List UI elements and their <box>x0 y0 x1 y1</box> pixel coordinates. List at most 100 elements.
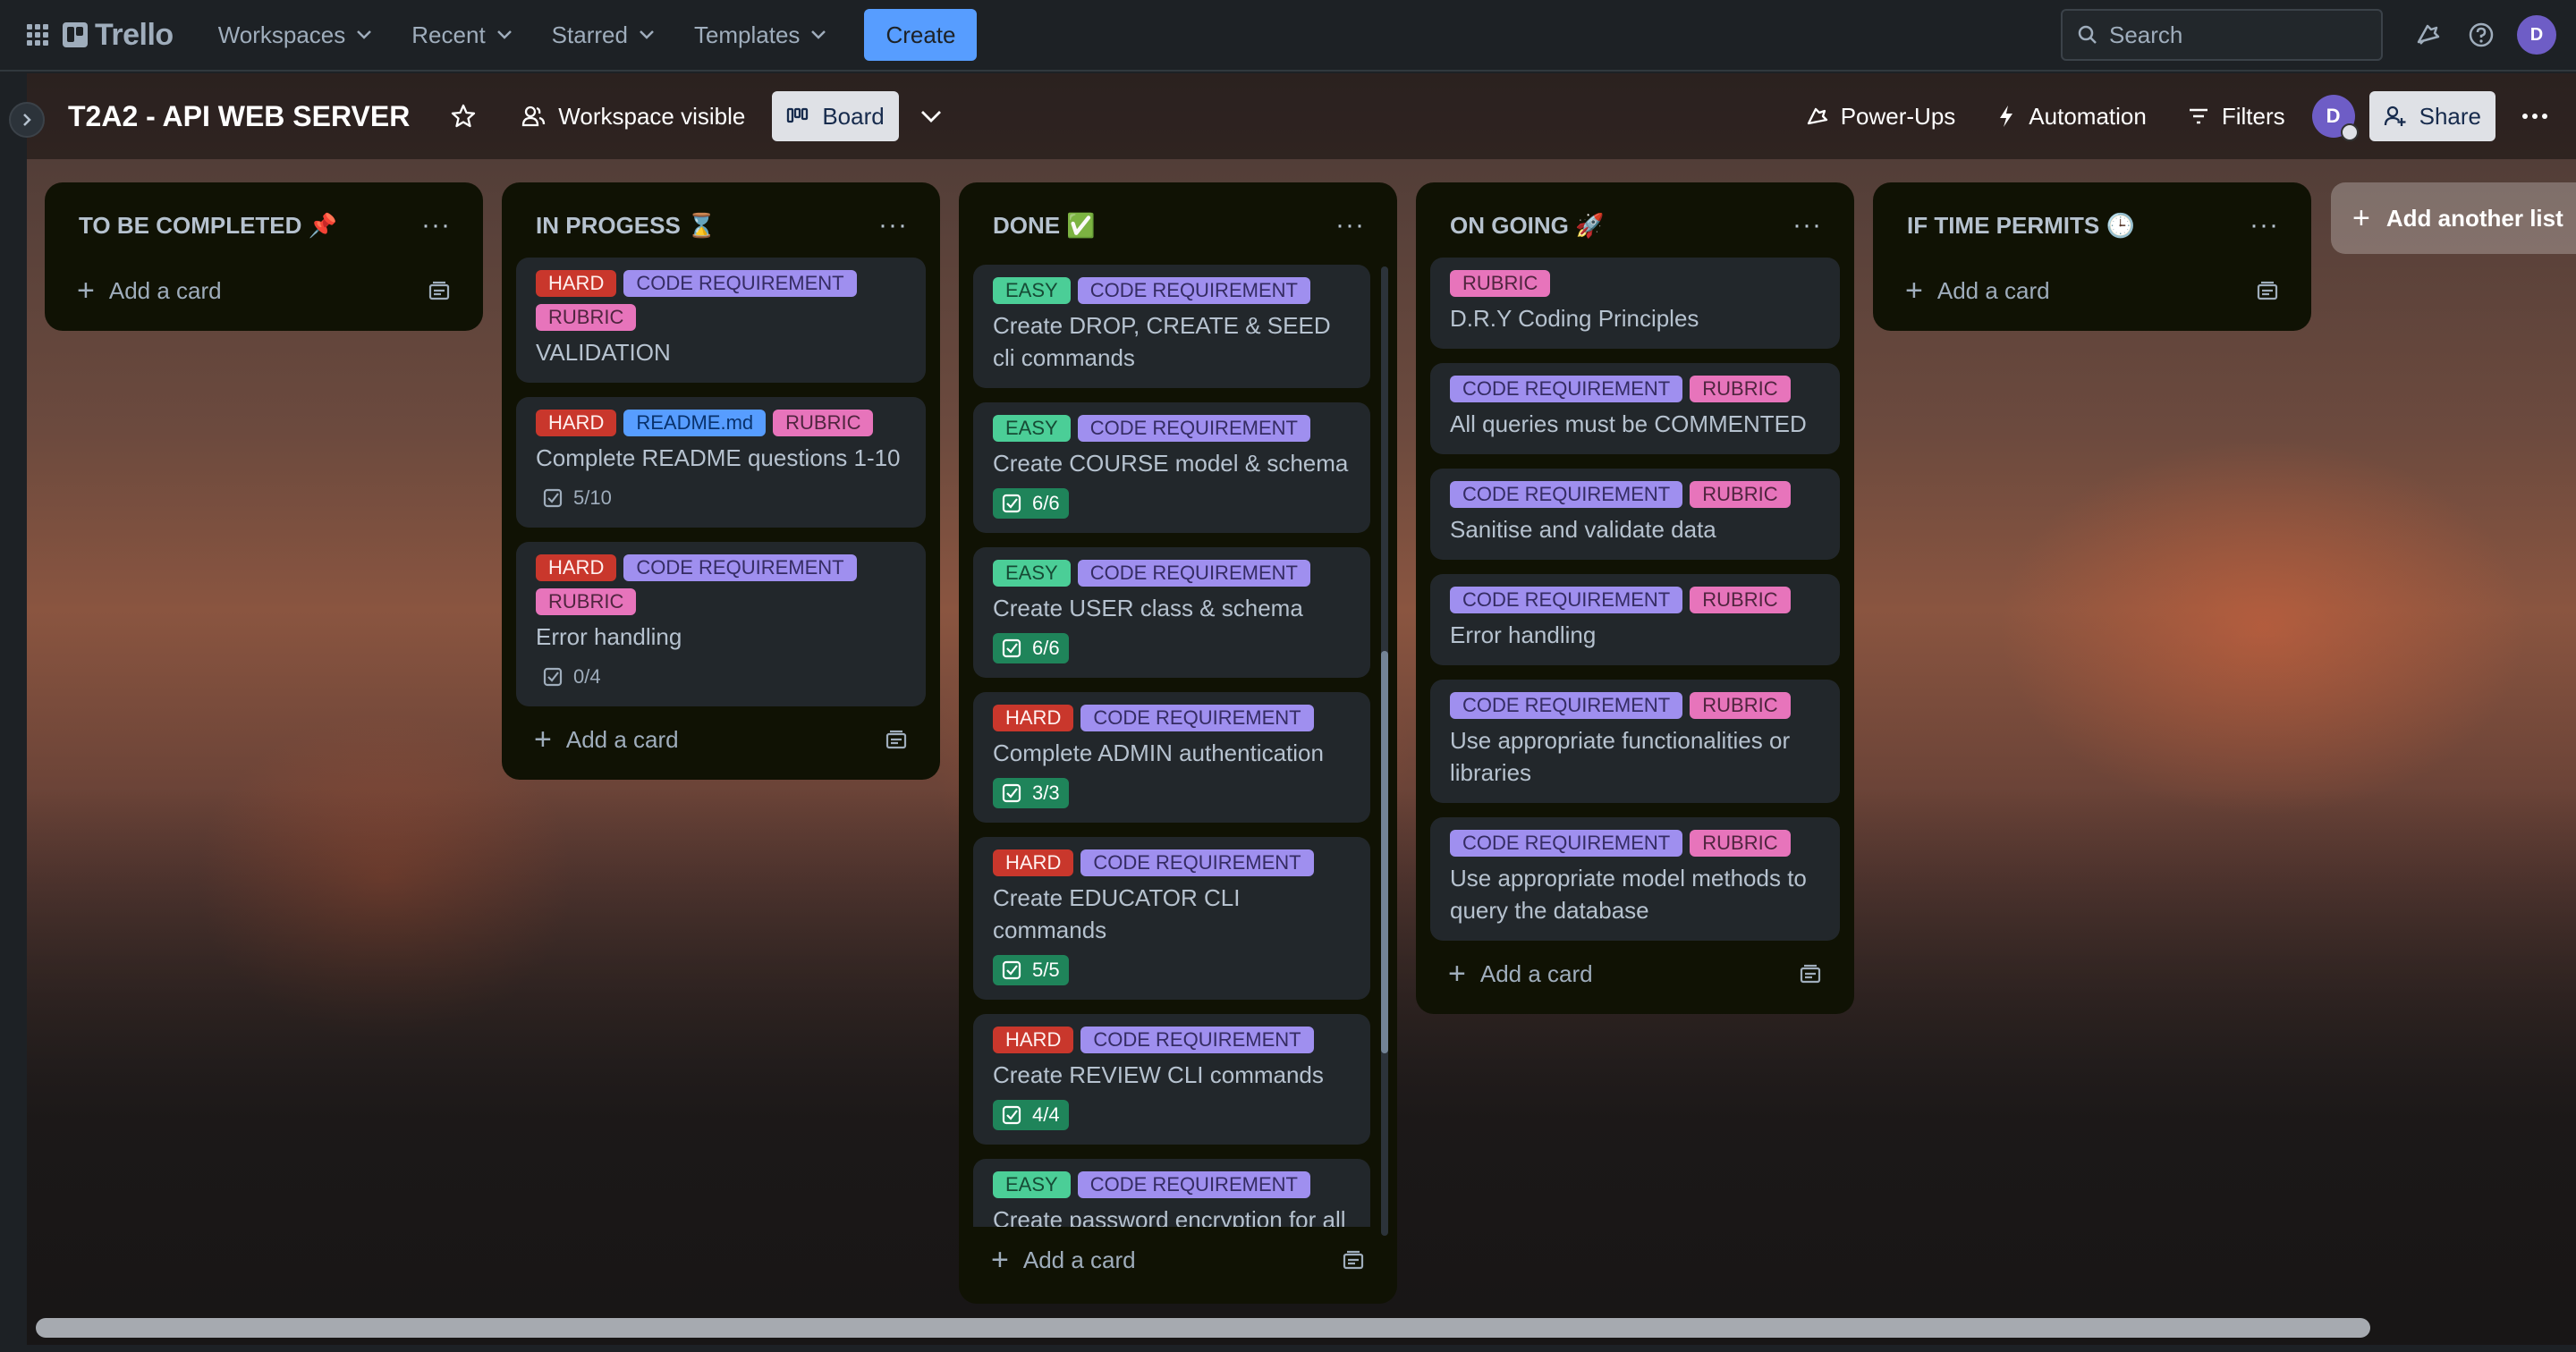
template-icon[interactable] <box>428 280 451 301</box>
board-title[interactable]: T2A2 - API WEB SERVER <box>68 100 410 133</box>
search-box[interactable] <box>2061 9 2383 61</box>
list-header[interactable]: IF TIME PERMITS 🕒 ··· <box>1887 193 2297 258</box>
star-icon[interactable] <box>444 97 483 136</box>
list-scroll-area[interactable]: EASY CODE REQUIREMENT Create DROP, CREAT… <box>973 258 1383 1227</box>
label-rubric[interactable]: RUBRIC <box>773 410 874 436</box>
label-easy[interactable]: EASY <box>993 277 1071 304</box>
list-header[interactable]: DONE ✅ ··· <box>973 193 1383 258</box>
list-header[interactable]: TO BE COMPLETED 📌 ··· <box>59 193 469 258</box>
card[interactable]: HARD CODE REQUIREMENT RUBRIC VALIDATION <box>516 258 926 383</box>
card[interactable]: EASY CODE REQUIREMENT Create COURSE mode… <box>973 402 1370 533</box>
view-switcher-chevron-icon[interactable] <box>911 97 951 136</box>
label-hard[interactable]: HARD <box>536 410 617 436</box>
label-rubric[interactable]: RUBRIC <box>536 304 637 331</box>
scrollbar-thumb[interactable] <box>1381 651 1388 1053</box>
label-code-requirement[interactable]: CODE REQUIREMENT <box>1450 692 1683 719</box>
app-switcher-icon[interactable] <box>20 17 55 53</box>
list-menu-icon[interactable]: ··· <box>2250 212 2279 239</box>
list-menu-icon[interactable]: ··· <box>421 212 451 239</box>
visibility-button[interactable]: Workspace visible <box>506 91 759 141</box>
add-card-button[interactable]: + Add a card <box>1430 944 1840 1003</box>
list-title[interactable]: IF TIME PERMITS 🕒 <box>1907 212 2135 240</box>
card[interactable]: HARD CODE REQUIREMENT Create REVIEW CLI … <box>973 1014 1370 1145</box>
label-readme[interactable]: README.md <box>623 410 767 436</box>
label-rubric[interactable]: RUBRIC <box>1690 692 1791 719</box>
label-hard[interactable]: HARD <box>993 705 1074 731</box>
list-title[interactable]: IN PROGESS ⌛ <box>536 212 716 240</box>
list-header[interactable]: IN PROGESS ⌛ ··· <box>516 193 926 258</box>
label-code-requirement[interactable]: CODE REQUIREMENT <box>1080 1027 1314 1053</box>
list-header[interactable]: ON GOING 🚀 ··· <box>1430 193 1840 258</box>
label-hard[interactable]: HARD <box>993 1027 1074 1053</box>
user-avatar[interactable]: D <box>2517 15 2556 55</box>
label-code-requirement[interactable]: CODE REQUIREMENT <box>1450 481 1683 508</box>
template-icon[interactable] <box>885 729 908 750</box>
label-easy[interactable]: EASY <box>993 415 1071 442</box>
label-rubric[interactable]: RUBRIC <box>1690 830 1791 857</box>
card[interactable]: CODE REQUIREMENT RUBRIC Sanitise and val… <box>1430 469 1840 560</box>
label-hard[interactable]: HARD <box>993 849 1074 876</box>
help-icon[interactable] <box>2462 15 2501 55</box>
card[interactable]: EASY CODE REQUIREMENT Create USER class … <box>973 547 1370 678</box>
card[interactable]: CODE REQUIREMENT RUBRIC Error handling <box>1430 574 1840 665</box>
list-menu-icon[interactable]: ··· <box>1792 212 1822 239</box>
label-rubric[interactable]: RUBRIC <box>1690 587 1791 613</box>
nav-templates[interactable]: Templates <box>680 12 842 58</box>
board-horizontal-scrollbar[interactable] <box>36 1318 2370 1338</box>
label-code-requirement[interactable]: CODE REQUIREMENT <box>1080 705 1314 731</box>
label-code-requirement[interactable]: CODE REQUIREMENT <box>1077 277 1310 304</box>
create-button[interactable]: Create <box>864 9 978 61</box>
label-easy[interactable]: EASY <box>993 560 1071 587</box>
share-button[interactable]: Share <box>2368 91 2496 141</box>
label-easy[interactable]: EASY <box>993 1171 1071 1198</box>
add-card-button[interactable]: + Add a card <box>516 710 926 769</box>
list-menu-icon[interactable]: ··· <box>1335 212 1365 239</box>
scrollbar-thumb[interactable] <box>36 1318 2370 1338</box>
card[interactable]: RUBRIC D.R.Y Coding Principles <box>1430 258 1840 349</box>
more-options-icon[interactable] <box>2515 97 2555 136</box>
list-title[interactable]: DONE ✅ <box>993 212 1096 240</box>
card[interactable]: CODE REQUIREMENT RUBRIC Use appropriate … <box>1430 817 1840 941</box>
label-code-requirement[interactable]: CODE REQUIREMENT <box>1450 587 1683 613</box>
filters-button[interactable]: Filters <box>2174 91 2300 141</box>
automation-button[interactable]: Automation <box>1982 91 2161 141</box>
list-title[interactable]: ON GOING 🚀 <box>1450 212 1605 240</box>
nav-recent[interactable]: Recent <box>397 12 526 58</box>
nav-workspaces[interactable]: Workspaces <box>204 12 387 58</box>
add-another-list-button[interactable]: + Add another list <box>2331 182 2576 254</box>
label-rubric[interactable]: RUBRIC <box>536 588 637 615</box>
add-card-button[interactable]: + Add a card <box>59 261 469 320</box>
card[interactable]: HARD README.md RUBRIC Complete README qu… <box>516 397 926 528</box>
list-title[interactable]: TO BE COMPLETED 📌 <box>79 212 337 240</box>
card[interactable]: CODE REQUIREMENT RUBRIC Use appropriate … <box>1430 680 1840 803</box>
list-scrollbar[interactable] <box>1381 266 1388 1236</box>
label-hard[interactable]: HARD <box>536 554 617 581</box>
card[interactable]: HARD CODE REQUIREMENT Create EDUCATOR CL… <box>973 837 1370 1000</box>
add-card-button[interactable]: + Add a card <box>973 1230 1383 1289</box>
card[interactable]: EASY CODE REQUIREMENT Create DROP, CREAT… <box>973 265 1370 388</box>
template-icon[interactable] <box>1342 1249 1365 1271</box>
template-icon[interactable] <box>2256 280 2279 301</box>
template-icon[interactable] <box>1799 963 1822 984</box>
card[interactable]: CODE REQUIREMENT RUBRIC All queries must… <box>1430 363 1840 454</box>
add-card-button[interactable]: + Add a card <box>1887 261 2297 320</box>
label-rubric[interactable]: RUBRIC <box>1690 481 1791 508</box>
trello-logo[interactable]: Trello <box>63 18 174 53</box>
label-code-requirement[interactable]: CODE REQUIREMENT <box>623 270 857 297</box>
label-code-requirement[interactable]: CODE REQUIREMENT <box>1450 830 1683 857</box>
label-rubric[interactable]: RUBRIC <box>1690 376 1791 402</box>
label-code-requirement[interactable]: CODE REQUIREMENT <box>1077 1171 1310 1198</box>
card[interactable]: EASY CODE REQUIREMENT Create password en… <box>973 1159 1370 1227</box>
label-code-requirement[interactable]: CODE REQUIREMENT <box>1077 415 1310 442</box>
label-rubric[interactable]: RUBRIC <box>1450 270 1551 297</box>
label-code-requirement[interactable]: CODE REQUIREMENT <box>1077 560 1310 587</box>
board-member-avatar[interactable]: D <box>2311 95 2359 141</box>
board-view-button[interactable]: Board <box>772 91 899 141</box>
label-code-requirement[interactable]: CODE REQUIREMENT <box>1080 849 1314 876</box>
label-code-requirement[interactable]: CODE REQUIREMENT <box>623 554 857 581</box>
label-code-requirement[interactable]: CODE REQUIREMENT <box>1450 376 1683 402</box>
card[interactable]: HARD CODE REQUIREMENT Complete ADMIN aut… <box>973 692 1370 823</box>
power-ups-button[interactable]: Power-Ups <box>1789 91 1970 141</box>
notifications-icon[interactable] <box>2408 15 2447 55</box>
label-hard[interactable]: HARD <box>536 270 617 297</box>
